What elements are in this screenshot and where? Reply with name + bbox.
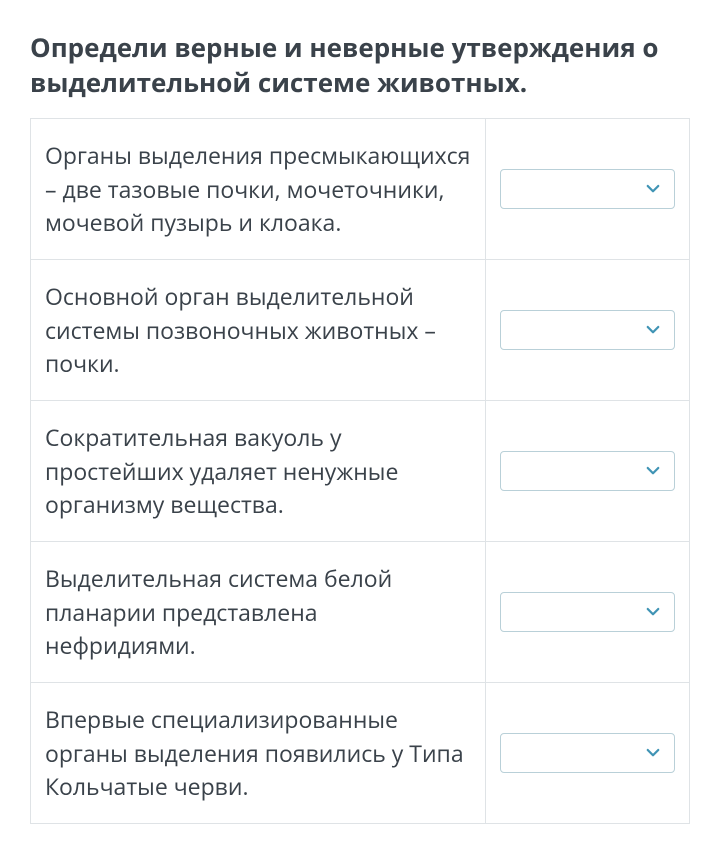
answer-dropdown[interactable] — [500, 451, 675, 491]
answer-cell — [486, 260, 690, 401]
statement-text: Основной орган выделительной системы поз… — [31, 260, 486, 401]
table-row: Выделительная система белой планарии пре… — [31, 542, 690, 683]
statement-text: Впервые специализированные органы выделе… — [31, 683, 486, 824]
question-title: Определи верные и неверные утверждения о… — [30, 30, 690, 100]
answer-dropdown[interactable] — [500, 733, 675, 773]
answer-dropdown[interactable] — [500, 592, 675, 632]
quiz-table: Органы выделения пресмыкающихся – две та… — [30, 118, 690, 824]
table-row: Органы выделения пресмыкающихся – две та… — [31, 119, 690, 260]
statement-text: Органы выделения пресмыкающихся – две та… — [31, 119, 486, 260]
statement-text: Выделительная система белой планарии пре… — [31, 542, 486, 683]
answer-cell — [486, 119, 690, 260]
answer-dropdown[interactable] — [500, 169, 675, 209]
answer-dropdown[interactable] — [500, 310, 675, 350]
table-row: Основной орган выделительной системы поз… — [31, 260, 690, 401]
table-row: Сократительная вакуоль у простейших удал… — [31, 401, 690, 542]
chevron-down-icon — [644, 180, 662, 198]
chevron-down-icon — [644, 321, 662, 339]
chevron-down-icon — [644, 462, 662, 480]
chevron-down-icon — [644, 603, 662, 621]
answer-cell — [486, 542, 690, 683]
statement-text: Сократительная вакуоль у простейших удал… — [31, 401, 486, 542]
table-row: Впервые специализированные органы выделе… — [31, 683, 690, 824]
answer-cell — [486, 401, 690, 542]
chevron-down-icon — [644, 744, 662, 762]
answer-cell — [486, 683, 690, 824]
